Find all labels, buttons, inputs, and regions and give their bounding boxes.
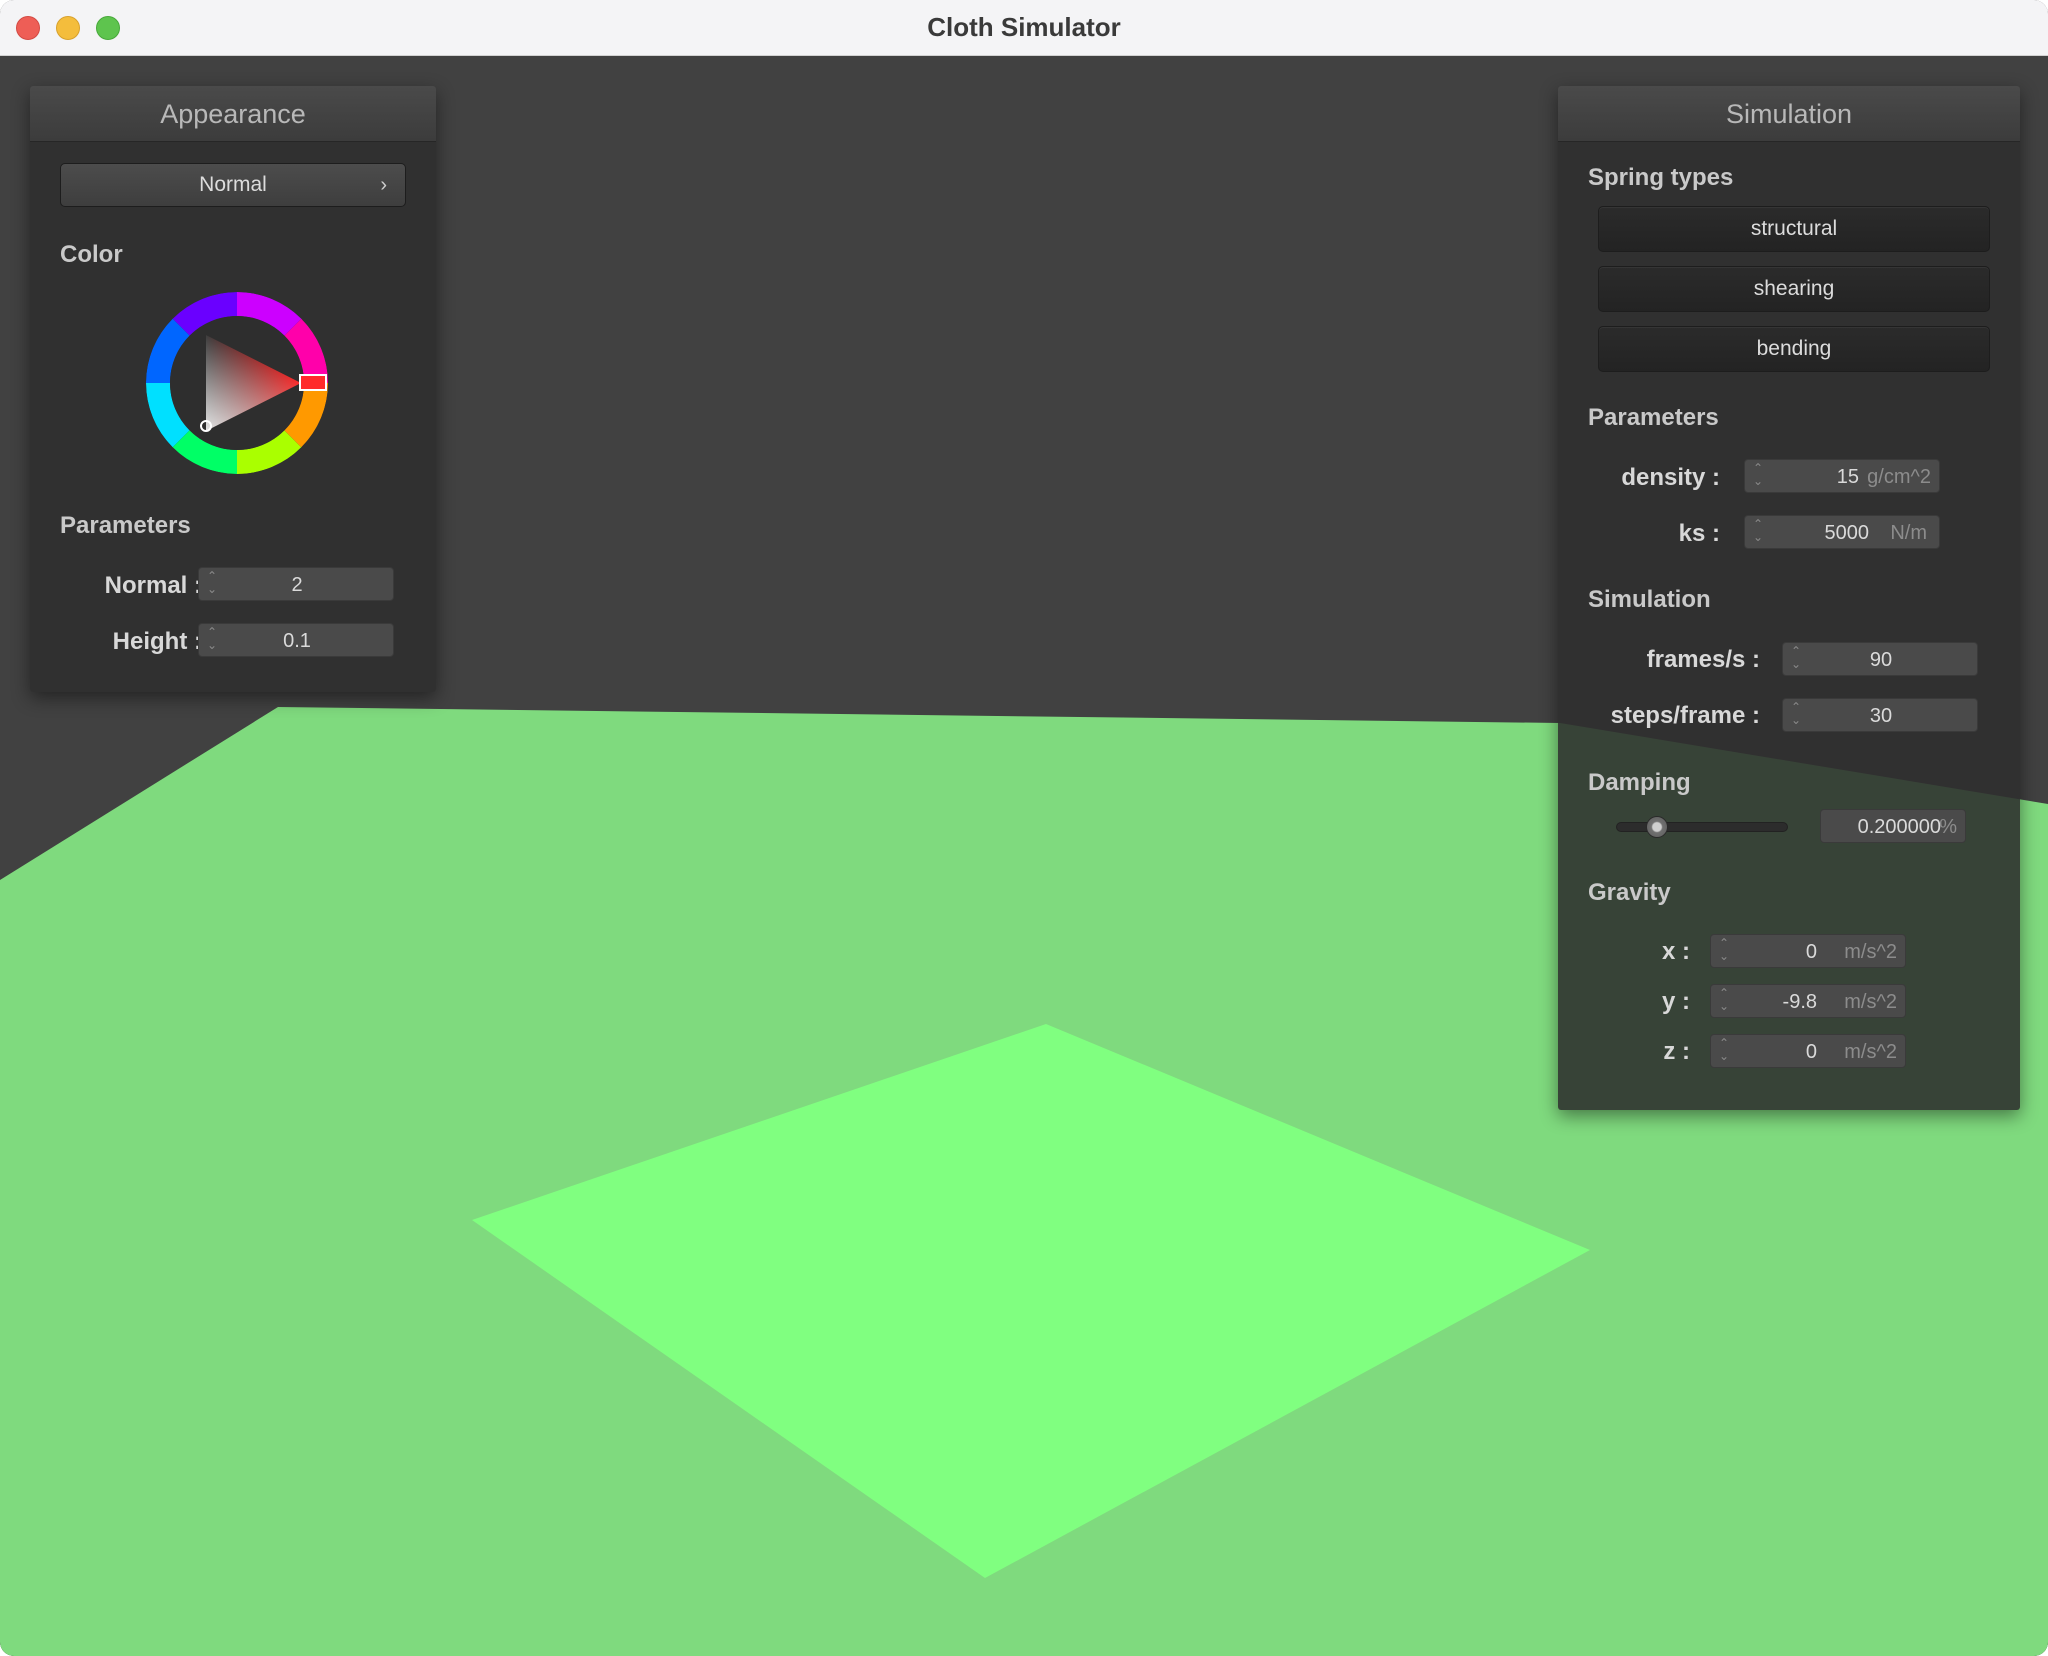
gravity-z-input[interactable]: ⌃ ⌄ 0 m/s^2 <box>1710 1034 1906 1068</box>
gravity-z-label: z : <box>1663 1038 1690 1065</box>
frames-per-second-value: 90 <box>1869 649 1893 671</box>
app-window: Cloth Simulator Appearance Normal › Colo… <box>0 0 2048 1656</box>
hue-marker[interactable] <box>299 374 327 391</box>
gravity-x-input[interactable]: ⌃ ⌄ 0 m/s^2 <box>1710 934 1906 968</box>
ks-value: 5000 <box>1824 522 1870 544</box>
gravity-y-value: -9.8 <box>1782 991 1817 1013</box>
height-input[interactable]: ⌃ ⌄ 0.1 <box>198 623 394 657</box>
normal-label: Normal : <box>104 572 202 599</box>
gravity-x-unit: m/s^2 <box>1844 941 1897 963</box>
gravity-y-label: y : <box>1661 988 1690 1015</box>
simulation-parameters-title: Parameters <box>1588 404 1719 431</box>
frames-per-second-input[interactable]: ⌃ ⌄ 90 <box>1782 642 1978 676</box>
normal-value: 2 <box>291 574 303 596</box>
appearance-panel: Appearance Normal › Color Parameters Nor… <box>30 86 436 692</box>
spinner-arrows-icon[interactable]: ⌃ ⌄ <box>1719 987 1729 1013</box>
frames-per-second-label: frames/s : <box>1646 646 1760 673</box>
density-value: 15 <box>1836 466 1859 488</box>
title-bar: Cloth Simulator <box>0 0 2048 56</box>
height-value: 0.1 <box>283 630 311 652</box>
appearance-panel-header[interactable]: Appearance <box>30 86 436 142</box>
density-unit: g/cm^2 <box>1867 466 1931 488</box>
gravity-section-title: Gravity <box>1588 879 1671 906</box>
shader-select-label: Normal <box>199 173 267 196</box>
spring-types-title: Spring types <box>1588 164 1734 191</box>
damping-section-title: Damping <box>1588 769 1691 796</box>
density-label: density : <box>1621 464 1720 491</box>
damping-input[interactable]: 0.200000 % <box>1820 809 1966 843</box>
appearance-parameters-title: Parameters <box>60 512 191 539</box>
damping-unit: % <box>1939 816 1957 838</box>
steps-per-frame-label: steps/frame : <box>1610 702 1760 729</box>
spinner-arrows-icon[interactable]: ⌃ ⌄ <box>1719 1037 1729 1063</box>
spinner-arrows-icon[interactable]: ⌃ ⌄ <box>1753 518 1763 544</box>
gravity-y-input[interactable]: ⌃ ⌄ -9.8 m/s^2 <box>1710 984 1906 1018</box>
gravity-y-unit: m/s^2 <box>1844 991 1897 1013</box>
damping-slider[interactable] <box>1616 816 1788 838</box>
density-input[interactable]: ⌃ ⌄ 15 g/cm^2 <box>1744 459 1940 493</box>
spring-shearing-button[interactable]: shearing <box>1598 266 1990 312</box>
color-section-title: Color <box>60 241 123 268</box>
spring-structural-button[interactable]: structural <box>1598 206 1990 252</box>
ks-input[interactable]: ⌃ ⌄ 5000 N/m <box>1744 515 1940 549</box>
steps-per-frame-input[interactable]: ⌃ ⌄ 30 <box>1782 698 1978 732</box>
gravity-z-value: 0 <box>1805 1041 1817 1063</box>
steps-per-frame-value: 30 <box>1869 705 1893 727</box>
chevron-right-icon: › <box>380 174 387 196</box>
gravity-x-value: 0 <box>1805 941 1817 963</box>
gravity-x-label: x : <box>1661 938 1690 965</box>
damping-slider-track <box>1616 822 1788 832</box>
simulation-section-title: Simulation <box>1588 586 1711 613</box>
color-wheel[interactable] <box>144 290 330 476</box>
simulation-panel: Simulation Spring types structural shear… <box>1558 86 2020 1110</box>
simulation-panel-header[interactable]: Simulation <box>1558 86 2020 142</box>
ks-label: ks : <box>1678 520 1720 547</box>
spring-bending-button[interactable]: bending <box>1598 326 1990 372</box>
shader-select-button[interactable]: Normal › <box>60 163 406 207</box>
damping-slider-knob[interactable] <box>1646 816 1668 838</box>
ks-unit: N/m <box>1890 522 1927 544</box>
spinner-arrows-icon[interactable]: ⌃ ⌄ <box>1719 937 1729 963</box>
window-title: Cloth Simulator <box>927 12 1121 42</box>
normal-input[interactable]: ⌃ ⌄ 2 <box>198 567 394 601</box>
gravity-z-unit: m/s^2 <box>1844 1041 1897 1063</box>
damping-value: 0.200000 <box>1857 816 1941 838</box>
height-label: Height : <box>112 628 202 655</box>
spinner-arrows-icon[interactable]: ⌃ ⌄ <box>1753 462 1763 488</box>
